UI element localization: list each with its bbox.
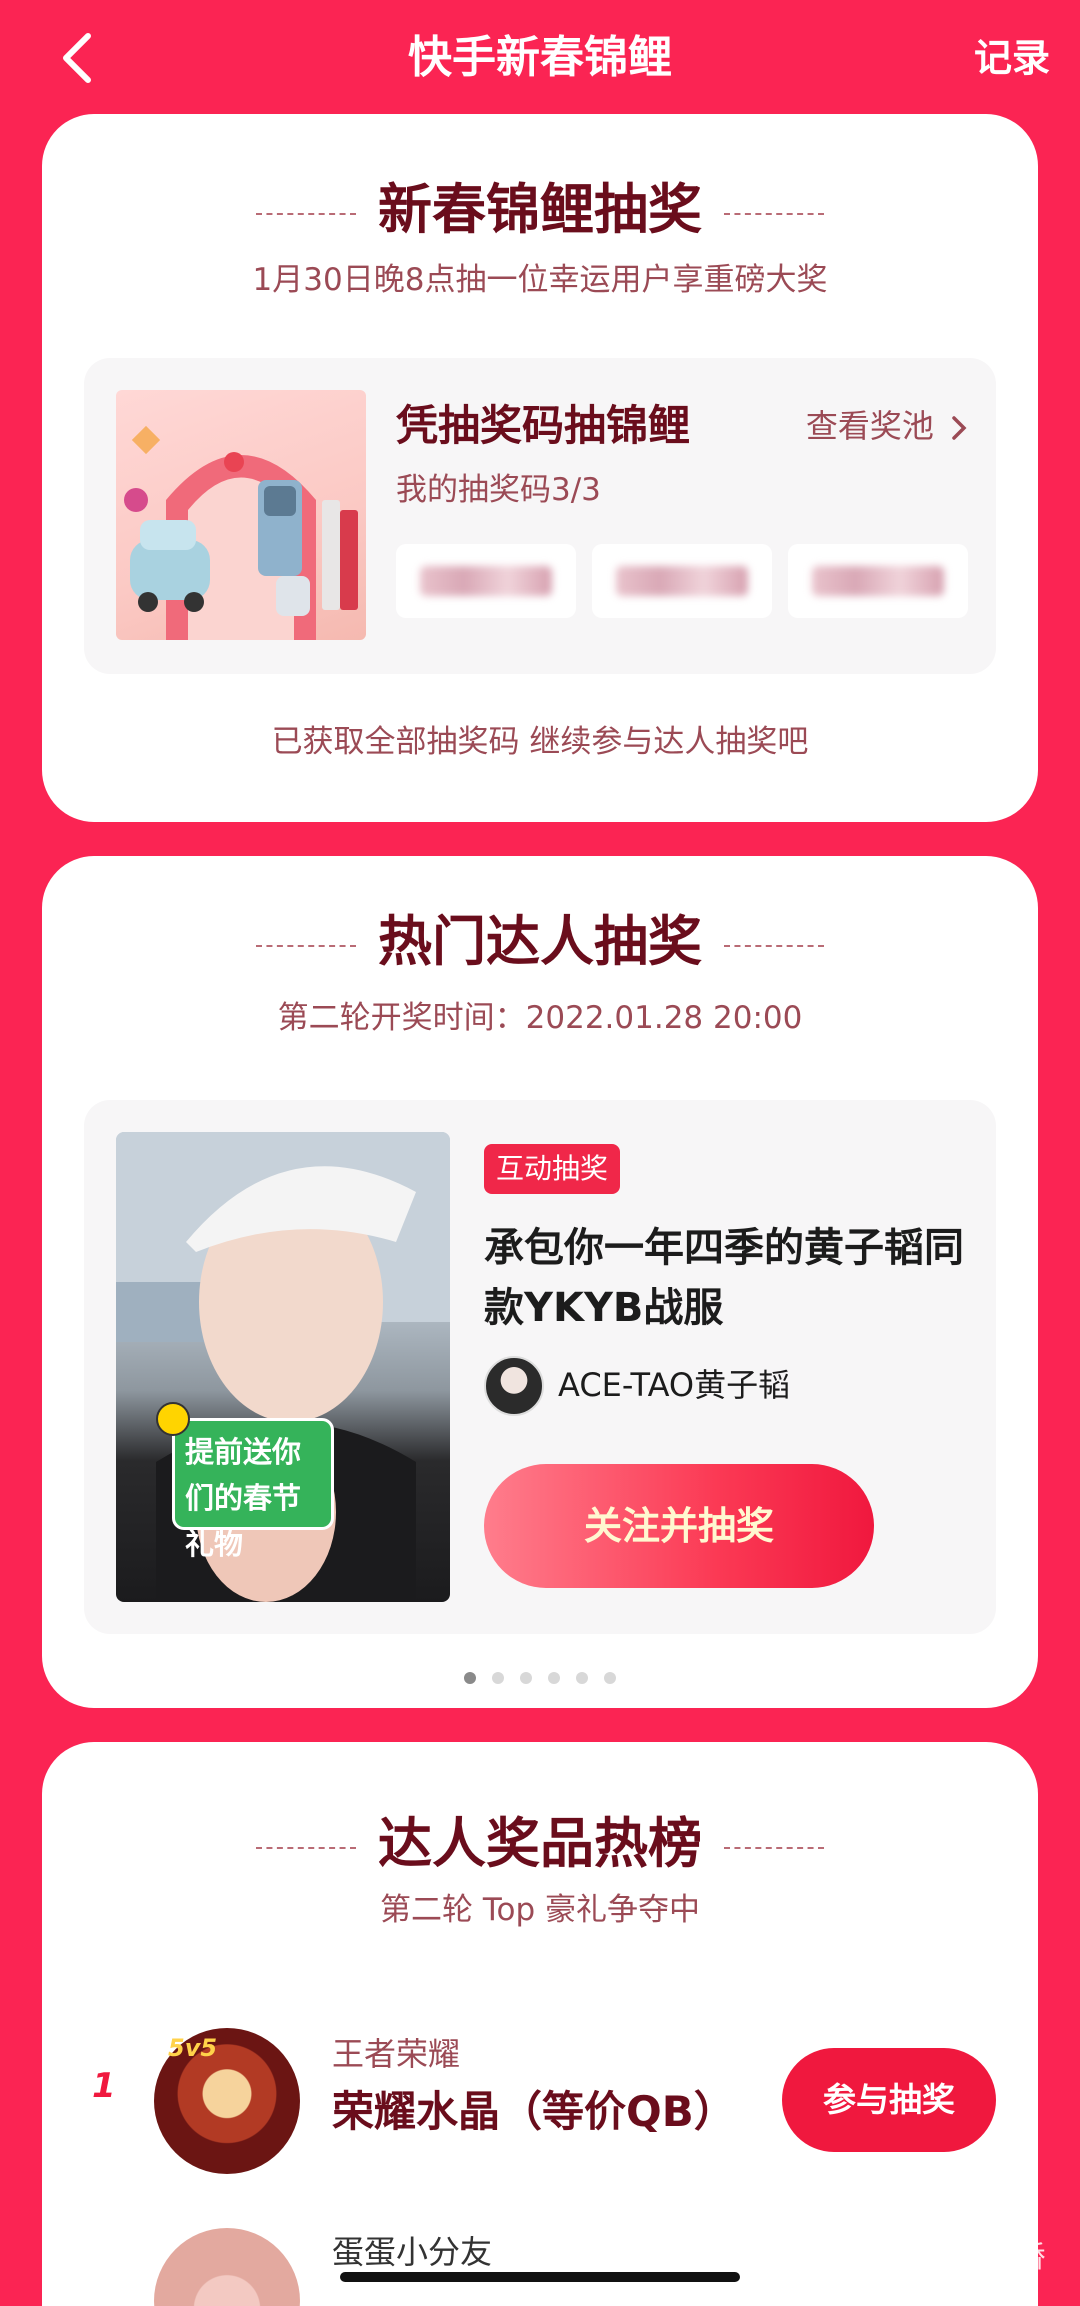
ranking-subtitle: 第二轮 Top 豪礼争夺中 [379,1892,701,1928]
lottery-code-panel: 凭抽奖码抽锦鲤 查看奖池 我的抽奖码3/3 [84,358,996,674]
video-caption-sticker: 提前送你们的春节礼物 [172,1418,334,1561]
title-divider-left [256,944,356,947]
ranking-section-title: 达人奖品热榜 [42,1808,1038,1878]
carousel-dot[interactable] [604,1672,616,1684]
game-avatar: 5v5 [154,2028,300,2174]
lottery-note: 已获取全部抽奖码 继续参与达人抽奖吧 [271,724,809,760]
hot-lottery-item: 提前送你们的春节礼物 互动抽奖 承包你一年四季的黄子韬同款YKYB战服 ACE-… [84,1100,996,1634]
game-name: 王者荣耀 [332,2035,461,2073]
chevron-right-icon [952,416,967,440]
page-title: 快手新春锦鲤 [408,32,672,83]
carousel-dot[interactable] [548,1672,560,1684]
title-divider-right [724,944,824,947]
prize-name: 荣耀水晶（等价QB） [332,2087,736,2136]
title-divider-left [256,212,356,215]
top-bar: 快手新春锦鲤 记录 [0,0,1080,116]
carousel-dots[interactable] [42,1672,1038,1684]
follow-and-draw-button[interactable]: 关注并抽奖 [484,1464,874,1588]
lottery-card: 新春锦鲤抽奖 1月30日晚8点抽一位幸运用户享重磅大奖 凭抽奖码抽锦鲤 查看奖池… [42,114,1038,822]
lottery-code-chip [788,544,968,618]
author-name[interactable]: ACE-TAO黄子韬 [558,1362,790,1408]
title-divider-right [724,212,824,215]
title-divider-left [256,1846,356,1849]
lottery-code-chip [592,544,772,618]
carousel-dot[interactable] [520,1672,532,1684]
prize-pool-image[interactable] [116,390,366,640]
home-indicator[interactable] [340,2272,740,2282]
my-code-count: 我的抽奖码3/3 [396,472,601,508]
watermark: 知乎 @喜塔腊娇 [826,2240,1046,2275]
hot-lottery-card: 热门达人抽奖 第二轮开奖时间：2022.01.28 20:00 提前送你们的春节… [42,856,1038,1708]
hot-subtitle: 第二轮开奖时间：2022.01.28 20:00 [277,1000,803,1036]
avatar [154,2228,300,2306]
ranking-card: 达人奖品热榜 第二轮 Top 豪礼争夺中 1 5v5 王者荣耀 荣耀水晶（等价Q… [42,1742,1038,2306]
carousel-dot[interactable] [464,1672,476,1684]
view-prize-pool-link[interactable]: 查看奖池 [806,402,968,450]
lottery-title-text: 新春锦鲤抽奖 [378,177,702,241]
hot-title-text: 热门达人抽奖 [378,909,702,973]
title-divider-right [724,1846,824,1849]
code-lottery-title: 凭抽奖码抽锦鲤 [396,401,691,450]
game-name: 蛋蛋小分友 [332,2233,493,2271]
carousel-dot[interactable] [492,1672,504,1684]
video-thumbnail[interactable]: 提前送你们的春节礼物 [116,1132,450,1602]
lottery-code-chip [396,544,576,618]
rank-number: 1 [92,2066,116,2106]
author-avatar[interactable] [484,1356,544,1416]
view-prize-pool-label: 查看奖池 [805,407,934,445]
lottery-item-title[interactable]: 承包你一年四季的黄子韬同款YKYB战服 [484,1218,964,1338]
hot-section-title: 热门达人抽奖 [42,906,1038,976]
kuaishou-badge-icon [156,1402,190,1436]
avatar-badge: 5v5 [168,2034,218,2062]
ranking-title-text: 达人奖品热榜 [378,1811,702,1875]
interactive-lottery-tag: 互动抽奖 [484,1144,621,1194]
record-link[interactable]: 记录 [974,30,1050,86]
carousel-dot[interactable] [576,1672,588,1684]
lottery-subtitle: 1月30日晚8点抽一位幸运用户享重磅大奖 [252,262,828,298]
join-lottery-button[interactable]: 参与抽奖 [782,2048,996,2152]
lottery-section-title: 新春锦鲤抽奖 [42,174,1038,244]
